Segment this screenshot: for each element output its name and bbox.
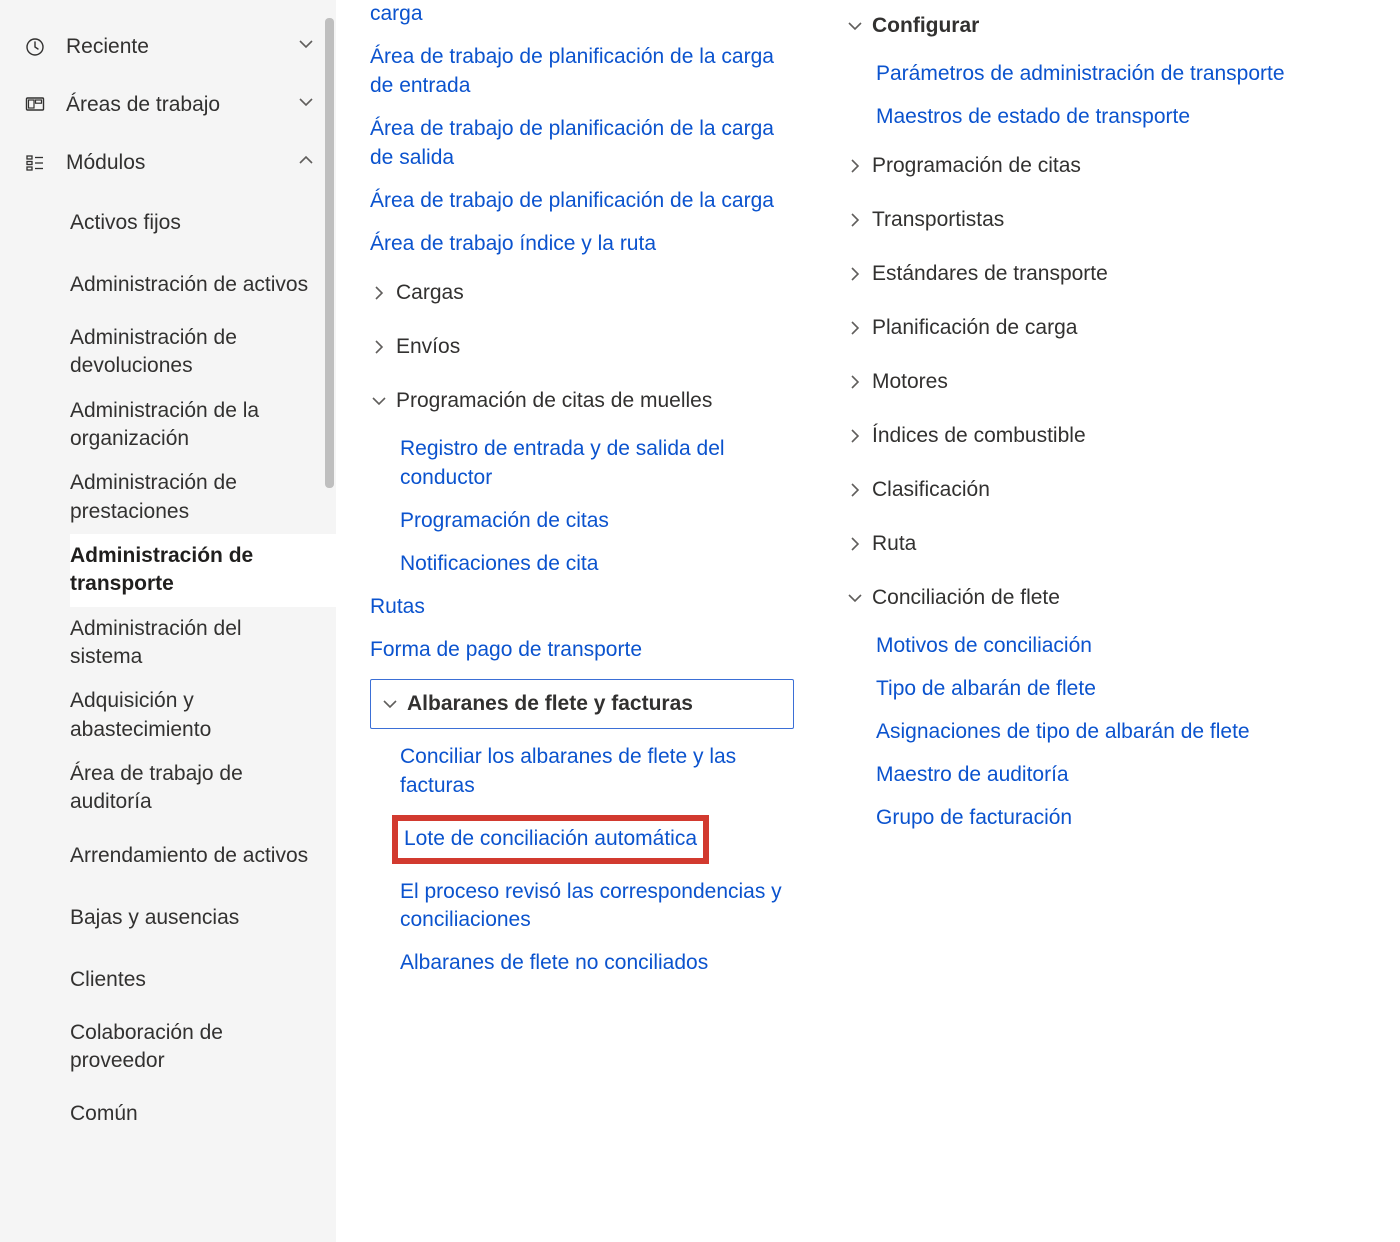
link-grupo-facturacion[interactable]: Grupo de facturación — [876, 804, 1374, 833]
group-cargas-label: Cargas — [396, 281, 464, 305]
chevron-right-icon — [370, 338, 396, 356]
group-configurar[interactable]: Configurar — [846, 6, 1374, 46]
group-collapsed[interactable]: Motores — [846, 362, 1374, 402]
group-collapsed[interactable]: Programación de citas — [846, 146, 1374, 186]
group-collapsed[interactable]: Clasificación — [846, 470, 1374, 510]
nav-modules-label: Módulos — [66, 151, 294, 175]
module-item[interactable]: Administración de transporte — [70, 534, 336, 607]
workspace-icon — [24, 94, 46, 116]
group-conciliacion-flete[interactable]: Conciliación de flete — [846, 578, 1374, 618]
group-label: Transportistas — [872, 208, 1004, 232]
group-envios[interactable]: Envíos — [370, 327, 794, 367]
group-cargas[interactable]: Cargas — [370, 273, 794, 313]
module-item[interactable]: Administración de la organización — [70, 389, 336, 462]
clock-icon — [24, 36, 46, 58]
chevron-down-icon — [381, 695, 407, 713]
panel-config: Configurar Parámetros de administración … — [804, 0, 1400, 1242]
group-label: Ruta — [872, 532, 916, 556]
module-item[interactable]: Administración de activos — [70, 254, 336, 316]
link-prog-citas[interactable]: Programación de citas — [400, 507, 794, 536]
group-label: Índices de combustible — [872, 424, 1086, 448]
module-item[interactable]: Colaboración de proveedor — [70, 1011, 336, 1084]
link-tipo-albaran[interactable]: Tipo de albarán de flete — [876, 675, 1374, 704]
module-item[interactable]: Activos fijos — [70, 192, 336, 254]
chevron-right-icon — [370, 284, 396, 302]
module-item[interactable]: Bajas y ausencias — [70, 887, 336, 949]
group-collapsed[interactable]: Transportistas — [846, 200, 1374, 240]
group-collapsed[interactable]: Planificación de carga — [846, 308, 1374, 348]
module-list: Activos fijosAdministración de activosAd… — [0, 192, 336, 1146]
link-carga[interactable]: carga — [370, 0, 794, 29]
sidebar: Reciente Áreas de trabajo Módulos Activo… — [0, 0, 336, 1242]
module-item[interactable]: Arrendamiento de activos — [70, 825, 336, 887]
chevron-right-icon — [846, 373, 872, 391]
group-freight-label: Albaranes de flete y facturas — [407, 692, 693, 716]
scrollbar-thumb[interactable] — [325, 18, 334, 488]
highlight-box: Lote de conciliación automática — [392, 815, 709, 864]
link-area-carga[interactable]: Área de trabajo de planificación de la c… — [370, 187, 794, 216]
link-area-indice-ruta[interactable]: Área de trabajo índice y la ruta — [370, 230, 794, 259]
group-label: Motores — [872, 370, 948, 394]
panel-transport: carga Área de trabajo de planificación d… — [336, 0, 804, 1242]
link-area-carga-salida[interactable]: Área de trabajo de planificación de la c… — [370, 115, 794, 173]
modules-icon — [24, 152, 46, 174]
link-maestro-auditoria[interactable]: Maestro de auditoría — [876, 761, 1374, 790]
group-label: Estándares de transporte — [872, 262, 1108, 286]
module-item[interactable]: Común — [70, 1084, 336, 1146]
group-collapsed[interactable]: Índices de combustible — [846, 416, 1374, 456]
nav-workspaces-label: Áreas de trabajo — [66, 93, 294, 117]
link-maestros-estado[interactable]: Maestros de estado de transporte — [876, 103, 1374, 132]
chevron-right-icon — [846, 427, 872, 445]
group-label: Planificación de carga — [872, 316, 1077, 340]
link-motivos-conc[interactable]: Motivos de conciliación — [876, 632, 1374, 661]
chevron-right-icon — [846, 265, 872, 283]
link-parametros-transporte[interactable]: Parámetros de administración de transpor… — [876, 60, 1374, 89]
link-rutas[interactable]: Rutas — [370, 593, 794, 622]
group-label: Clasificación — [872, 478, 990, 502]
chevron-down-icon — [846, 589, 872, 607]
group-configurar-label: Configurar — [872, 14, 979, 38]
chevron-right-icon — [846, 157, 872, 175]
group-conciliacion-label: Conciliación de flete — [872, 586, 1060, 610]
group-collapsed[interactable]: Estándares de transporte — [846, 254, 1374, 294]
group-envios-label: Envíos — [396, 335, 460, 359]
link-driver-checkin[interactable]: Registro de entrada y de salida del cond… — [400, 435, 794, 493]
chevron-right-icon — [846, 481, 872, 499]
module-item[interactable]: Adquisición y abastecimiento — [70, 679, 336, 752]
module-item[interactable]: Administración de devoluciones — [70, 316, 336, 389]
link-process-reviewed[interactable]: El proceso revisó las correspondencias y… — [400, 878, 794, 936]
chevron-right-icon — [846, 535, 872, 553]
module-item[interactable]: Administración del sistema — [70, 607, 336, 680]
link-unreconciled-freight[interactable]: Albaranes de flete no conciliados — [400, 949, 794, 978]
nav-recent-label: Reciente — [66, 35, 294, 59]
link-reconcile-freight[interactable]: Conciliar los albaranes de flete y las f… — [400, 743, 794, 801]
module-item[interactable]: Área de trabajo de auditoría — [70, 752, 336, 825]
chevron-right-icon — [846, 319, 872, 337]
chevron-down-icon — [294, 93, 318, 117]
module-item[interactable]: Administración de prestaciones — [70, 461, 336, 534]
chevron-down-icon — [846, 17, 872, 35]
link-asignaciones-tipo[interactable]: Asignaciones de tipo de albarán de flete — [876, 718, 1374, 747]
group-dock-label: Programación de citas de muelles — [396, 389, 712, 413]
chevron-down-icon — [294, 35, 318, 59]
chevron-up-icon — [294, 151, 318, 175]
chevron-right-icon — [846, 211, 872, 229]
group-collapsed[interactable]: Ruta — [846, 524, 1374, 564]
chevron-down-icon — [370, 392, 396, 410]
link-notif-cita[interactable]: Notificaciones de cita — [400, 550, 794, 579]
group-dock-scheduling[interactable]: Programación de citas de muelles — [370, 381, 794, 421]
nav-recent[interactable]: Reciente — [0, 18, 336, 76]
group-freight-bills[interactable]: Albaranes de flete y facturas — [370, 679, 794, 729]
module-item[interactable]: Clientes — [70, 949, 336, 1011]
group-label: Programación de citas — [872, 154, 1081, 178]
link-forma-pago[interactable]: Forma de pago de transporte — [370, 636, 794, 665]
nav-modules[interactable]: Módulos — [0, 134, 336, 192]
link-auto-reconciliation-batch[interactable]: Lote de conciliación automática — [404, 825, 697, 854]
link-area-carga-entrada[interactable]: Área de trabajo de planificación de la c… — [370, 43, 794, 101]
nav-workspaces[interactable]: Áreas de trabajo — [0, 76, 336, 134]
